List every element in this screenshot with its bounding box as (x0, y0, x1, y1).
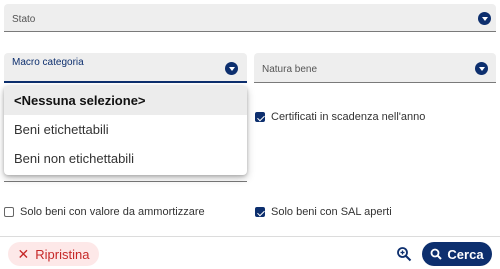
certificati-label: Certificati in scadenza nell'anno (271, 111, 426, 123)
sal-aperti-checkbox-row[interactable]: Solo beni con SAL aperti (255, 206, 392, 218)
reset-button-label: Ripristina (35, 246, 90, 262)
chevron-down-icon[interactable] (475, 62, 488, 75)
ammortizzare-checkbox-row[interactable]: Solo beni con valore da ammortizzare (4, 206, 205, 218)
certificati-checkbox-row[interactable]: Certificati in scadenza nell'anno (255, 111, 425, 123)
footer-divider (0, 236, 500, 237)
macro-categoria-label: Macro categoria (12, 57, 84, 68)
certificati-checkbox[interactable] (255, 112, 265, 122)
reset-button[interactable]: ✕ Ripristina (8, 242, 99, 266)
close-icon: ✕ (17, 245, 30, 262)
stato-select[interactable]: Stato (4, 4, 496, 32)
macro-categoria-dropdown-menu: <Nessuna selezione> Beni etichettabili B… (4, 86, 247, 175)
stato-label: Stato (12, 14, 36, 25)
chevron-down-icon[interactable] (225, 62, 238, 75)
sal-aperti-checkbox[interactable] (255, 207, 265, 217)
search-icon (431, 248, 443, 260)
natura-bene-label: Natura bene (262, 64, 318, 75)
natura-bene-select[interactable]: Natura bene (254, 53, 496, 83)
sal-aperti-label: Solo beni con SAL aperti (271, 206, 392, 218)
ammortizzare-label: Solo beni con valore da ammortizzare (20, 206, 205, 218)
option-beni-non-etichettabili[interactable]: Beni non etichettabili (4, 144, 247, 173)
chevron-down-icon[interactable] (478, 12, 491, 25)
hidden-field-underline (4, 181, 247, 182)
macro-categoria-select[interactable]: Macro categoria (4, 53, 247, 83)
search-filter-panel: Stato Macro categoria Natura bene <Nessu… (0, 0, 500, 269)
option-nessuna-selezione[interactable]: <Nessuna selezione> (4, 86, 247, 115)
search-button[interactable]: Cerca (422, 242, 492, 266)
zoom-in-icon[interactable] (396, 246, 412, 262)
search-button-label: Cerca (447, 246, 484, 262)
ammortizzare-checkbox[interactable] (4, 207, 14, 217)
option-beni-etichettabili[interactable]: Beni etichettabili (4, 115, 247, 144)
